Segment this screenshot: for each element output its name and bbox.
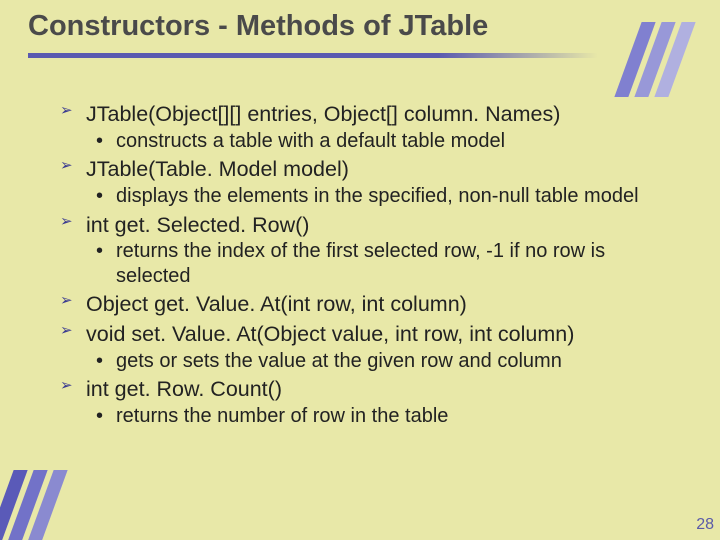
list-item: constructs a table with a default table … — [86, 129, 675, 153]
list-item: int get. Row. Count() — [60, 376, 675, 403]
list-item: gets or sets the value at the given row … — [86, 349, 675, 373]
list-item: returns the number of row in the table — [86, 404, 675, 428]
list-item: JTable(Object[][] entries, Object[] colu… — [60, 101, 675, 128]
list-item: displays the elements in the specified, … — [86, 184, 675, 208]
list-item: returns the index of the first selected … — [86, 239, 675, 288]
slide: Constructors - Methods of JTable JTable(… — [0, 0, 720, 540]
list-item: void set. Value. At(Object value, int ro… — [60, 321, 675, 348]
slide-body: JTable(Object[][] entries, Object[] colu… — [60, 98, 675, 432]
page-title: Constructors - Methods of JTable — [28, 10, 488, 43]
title-underline — [28, 53, 598, 58]
page-number: 28 — [696, 516, 714, 534]
list-item: JTable(Table. Model model) — [60, 156, 675, 183]
list-item: int get. Selected. Row() — [60, 212, 675, 239]
decoration-bottom — [0, 460, 60, 540]
list-item: Object get. Value. At(int row, int colum… — [60, 291, 675, 318]
decoration-top — [628, 22, 688, 102]
